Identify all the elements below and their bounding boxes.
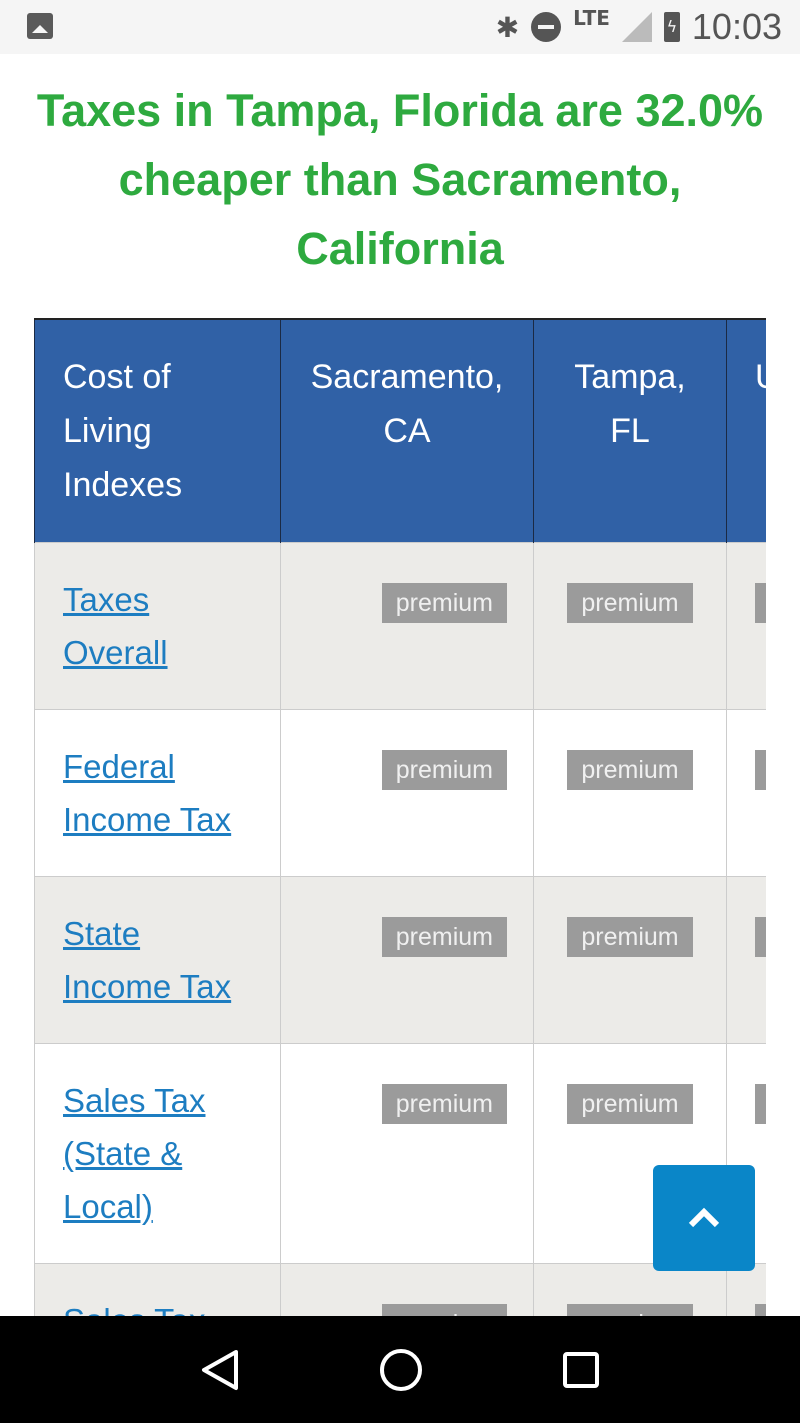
- header-sacramento: Sacramento, CA: [280, 318, 534, 543]
- status-bar: ✱ LTE ϟ 10:03: [0, 0, 800, 54]
- value-cell: premium: [533, 542, 727, 710]
- value-cell: premium: [280, 876, 534, 1044]
- premium-badge[interactable]: premium: [381, 917, 507, 957]
- do-not-disturb-icon: [531, 12, 562, 42]
- value-cell: premium: [533, 709, 727, 877]
- premium-badge[interactable]: premium: [381, 1304, 507, 1316]
- back-icon[interactable]: [200, 1349, 240, 1391]
- network-type: LTE: [573, 6, 610, 30]
- premium-badge[interactable]: premium: [755, 583, 766, 623]
- value-cell: premium: [726, 542, 766, 710]
- row-label-cell: Sales Tax (State & Local): [34, 1043, 281, 1264]
- row-label-cell: State Income Tax: [34, 876, 281, 1044]
- premium-badge[interactable]: premium: [381, 750, 507, 790]
- premium-badge[interactable]: premium: [567, 917, 693, 957]
- recents-icon[interactable]: [562, 1351, 600, 1389]
- premium-badge[interactable]: premium: [567, 1304, 693, 1316]
- table-row: Sales Tax premium premium premium: [34, 1263, 766, 1316]
- table-row: Taxes Overall premium premium premium: [34, 542, 766, 710]
- value-cell: premium: [726, 709, 766, 877]
- table-row: Federal Income Tax premium premium premium: [34, 709, 766, 877]
- value-cell: premium: [280, 542, 534, 710]
- bluetooth-icon: ✱: [495, 10, 520, 44]
- premium-badge[interactable]: premium: [755, 750, 766, 790]
- chevron-up-icon: [688, 1207, 720, 1228]
- row-label-link[interactable]: Sales Tax: [63, 1302, 205, 1316]
- row-label-link[interactable]: Taxes Overall: [63, 581, 168, 671]
- premium-badge[interactable]: premium: [381, 1084, 507, 1124]
- battery-charging-icon: ϟ: [663, 12, 680, 42]
- row-label-link[interactable]: Federal Income Tax: [63, 748, 231, 838]
- row-label-cell: Taxes Overall: [34, 542, 281, 710]
- row-label-cell: Sales Tax: [34, 1263, 281, 1316]
- value-cell: premium: [533, 1263, 727, 1316]
- value-cell: premium: [726, 1263, 766, 1316]
- premium-badge[interactable]: premium: [381, 583, 507, 623]
- home-icon[interactable]: [379, 1348, 423, 1392]
- value-cell: premium: [280, 709, 534, 877]
- scroll-to-top-button[interactable]: [653, 1165, 755, 1271]
- header-tampa: Tampa, FL: [533, 318, 727, 543]
- image-notification-icon: [27, 13, 53, 39]
- premium-badge[interactable]: premium: [567, 750, 693, 790]
- table-row: State Income Tax premium premium premium: [34, 876, 766, 1044]
- row-label-link[interactable]: State Income Tax: [63, 915, 231, 1005]
- clock: 10:03: [691, 6, 782, 47]
- row-label-link[interactable]: Sales Tax (State & Local): [63, 1082, 205, 1225]
- header-index: Cost of Living Indexes: [34, 318, 281, 543]
- navigation-bar: [0, 1316, 800, 1423]
- page-title: Taxes in Tampa, Florida are 32.0% cheape…: [36, 85, 764, 274]
- premium-badge[interactable]: premium: [567, 1084, 693, 1124]
- row-label-cell: Federal Income Tax: [34, 709, 281, 877]
- header-fourth: U: [726, 318, 766, 543]
- value-cell: premium: [533, 876, 727, 1044]
- signal-icon: [621, 12, 652, 42]
- value-cell: premium: [726, 876, 766, 1044]
- premium-badge[interactable]: premium: [755, 1304, 766, 1316]
- premium-badge[interactable]: premium: [755, 1084, 766, 1124]
- premium-badge[interactable]: premium: [567, 583, 693, 623]
- premium-badge[interactable]: premium: [755, 917, 766, 957]
- value-cell: premium: [280, 1263, 534, 1316]
- value-cell: premium: [280, 1043, 534, 1264]
